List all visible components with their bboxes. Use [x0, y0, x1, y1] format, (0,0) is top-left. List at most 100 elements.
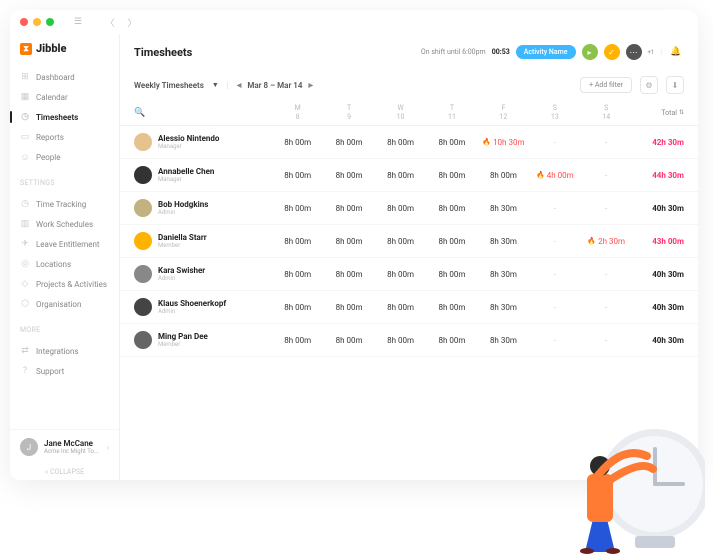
search-icon[interactable]: 🔍	[134, 108, 145, 118]
cell-hours: 8h 00m	[426, 303, 477, 312]
sidebar-item-projects-activities[interactable]: ◇Projects & Activities	[10, 274, 119, 294]
sidebar-item-reports[interactable]: ▭Reports	[10, 127, 119, 147]
nav-icon: ▭	[20, 132, 30, 142]
employee-name: Bob Hodgkins	[158, 200, 208, 209]
sidebar-item-organisation[interactable]: ⬡Organisation	[10, 294, 119, 314]
table-row[interactable]: Ming Pan DeeMember8h 00m8h 00m8h 00m8h 0…	[120, 324, 698, 357]
cell-hours: 8h 00m	[375, 303, 426, 312]
collapse-sidebar[interactable]: « COLLAPSE	[10, 464, 119, 480]
sidebar-item-dashboard[interactable]: ⊞Dashboard	[10, 67, 119, 87]
window-titlebar: ☰ 〈 〉	[10, 10, 698, 34]
traffic-lights[interactable]	[20, 18, 54, 26]
add-filter-button[interactable]: + Add filter	[580, 77, 632, 93]
activity-pill[interactable]: Activity Name	[516, 45, 576, 59]
cell-total: 40h 30m	[632, 204, 684, 213]
avatar	[134, 232, 152, 250]
forward-button[interactable]: 〉	[124, 14, 140, 30]
action-kiosk-icon[interactable]: ▸	[582, 44, 598, 60]
chevron-right-icon: ›	[107, 443, 109, 452]
day-header: W10	[375, 104, 426, 121]
settings-icon[interactable]: ⚙	[640, 76, 658, 94]
table-row[interactable]: Daniella StarrMember8h 00m8h 00m8h 00m8h…	[120, 225, 698, 258]
cell-hours: 8h 00m	[375, 171, 426, 180]
nav-icon: ?	[20, 366, 30, 376]
employee-role: Manager	[158, 176, 214, 183]
avatar: J	[20, 438, 38, 456]
cell-empty: -	[529, 303, 580, 312]
avatar	[134, 199, 152, 217]
sidebar-item-calendar[interactable]: ▦Calendar	[10, 87, 119, 107]
sidebar-item-integrations[interactable]: ⇄Integrations	[10, 341, 119, 361]
fire-icon: 🔥	[536, 171, 545, 179]
day-header: T11	[426, 104, 477, 121]
nav-icon: ⬡	[20, 299, 30, 309]
cell-empty: -	[581, 204, 632, 213]
sidebar-item-work-schedules[interactable]: ▥Work Schedules	[10, 214, 119, 234]
employee-role: Member	[158, 341, 208, 348]
cell-hours: 8h 30m	[478, 336, 529, 345]
sidebar-toggle-icon[interactable]: ☰	[70, 14, 86, 30]
cell-hours: 8h 00m	[375, 270, 426, 279]
sidebar-item-support[interactable]: ?Support	[10, 361, 119, 381]
nav-label: Dashboard	[36, 73, 75, 82]
action-timer-icon[interactable]: ✓	[604, 44, 620, 60]
nav-icon: ☺	[20, 152, 30, 162]
sidebar-item-time-tracking[interactable]: ◷Time Tracking	[10, 194, 119, 214]
nav-label: Locations	[36, 260, 71, 269]
cell-hours: 8h 00m	[426, 204, 477, 213]
cell-empty: -	[581, 270, 632, 279]
table-row[interactable]: Kara SwisherAdmin8h 00m8h 00m8h 00m8h 00…	[120, 258, 698, 291]
cell-hours: 8h 00m	[426, 270, 477, 279]
nav-label: Leave Entitlement	[36, 240, 100, 249]
table-row[interactable]: Bob HodgkinsAdmin8h 00m8h 00m8h 00m8h 00…	[120, 192, 698, 225]
cell-total: 42h 30m	[632, 138, 684, 147]
cell-hours: 8h 00m	[323, 204, 374, 213]
avatar	[134, 331, 152, 349]
employee-name: Klaus Shoenerkopf	[158, 299, 226, 308]
nav-icon: ▥	[20, 219, 30, 229]
sidebar-item-timesheets[interactable]: ◷Timesheets	[10, 107, 119, 127]
total-header[interactable]: Total	[661, 109, 677, 117]
next-week-button[interactable]: ▶	[308, 82, 313, 89]
table-row[interactable]: Alessio NintendoManager8h 00m8h 00m8h 00…	[120, 126, 698, 159]
day-header: S14	[581, 104, 632, 121]
shift-timer: 00:53	[492, 48, 510, 56]
user-name: Jane McCane	[44, 439, 100, 448]
nav-label: Integrations	[36, 347, 79, 356]
cell-overtime: 🔥10h 30m	[478, 138, 529, 147]
bell-icon[interactable]: 🔔	[668, 44, 684, 60]
brand-logo[interactable]: ⧗ Jibble	[10, 34, 119, 63]
action-more-icon[interactable]: ⋯	[626, 44, 642, 60]
date-range[interactable]: Mar 8 – Mar 14	[247, 81, 302, 90]
avatar	[134, 133, 152, 151]
cell-hours: 8h 30m	[478, 204, 529, 213]
sidebar-item-locations[interactable]: ◎Locations	[10, 254, 119, 274]
cell-hours: 8h 00m	[375, 237, 426, 246]
table-row[interactable]: Klaus ShoenerkopfAdmin8h 00m8h 00m8h 00m…	[120, 291, 698, 324]
nav-icon: ✈	[20, 239, 30, 249]
cell-total: 40h 30m	[632, 303, 684, 312]
nav-section-settings: SETTINGS	[10, 171, 119, 190]
cell-hours: 8h 30m	[478, 237, 529, 246]
cell-hours: 8h 00m	[323, 303, 374, 312]
cell-empty: -	[529, 138, 580, 147]
sidebar-item-people[interactable]: ☺People	[10, 147, 119, 167]
cell-empty: -	[581, 138, 632, 147]
sidebar-item-leave-entitlement[interactable]: ✈ Leave Entitlement	[10, 234, 119, 254]
nav-icon: ▦	[20, 92, 30, 102]
page-title: Timesheets	[134, 46, 192, 59]
cell-total: 40h 30m	[632, 270, 684, 279]
download-icon[interactable]: ⬇	[666, 76, 684, 94]
nav-icon: ◷	[20, 199, 30, 209]
cell-empty: -	[529, 336, 580, 345]
employee-name: Annabelle Chen	[158, 167, 214, 176]
prev-week-button[interactable]: ◀	[237, 82, 242, 89]
chevron-down-icon[interactable]: ▼	[212, 81, 219, 89]
user-profile[interactable]: J Jane McCane Acme Inc Might Too Long...…	[10, 429, 119, 464]
employee-role: Manager	[158, 143, 219, 150]
view-selector[interactable]: Weekly Timesheets	[134, 81, 204, 90]
table-row[interactable]: Annabelle ChenManager8h 00m8h 00m8h 00m8…	[120, 159, 698, 192]
cell-hours: 8h 00m	[323, 171, 374, 180]
cell-overtime: 🔥2h 30m	[581, 237, 632, 246]
back-button[interactable]: 〈	[102, 14, 118, 30]
